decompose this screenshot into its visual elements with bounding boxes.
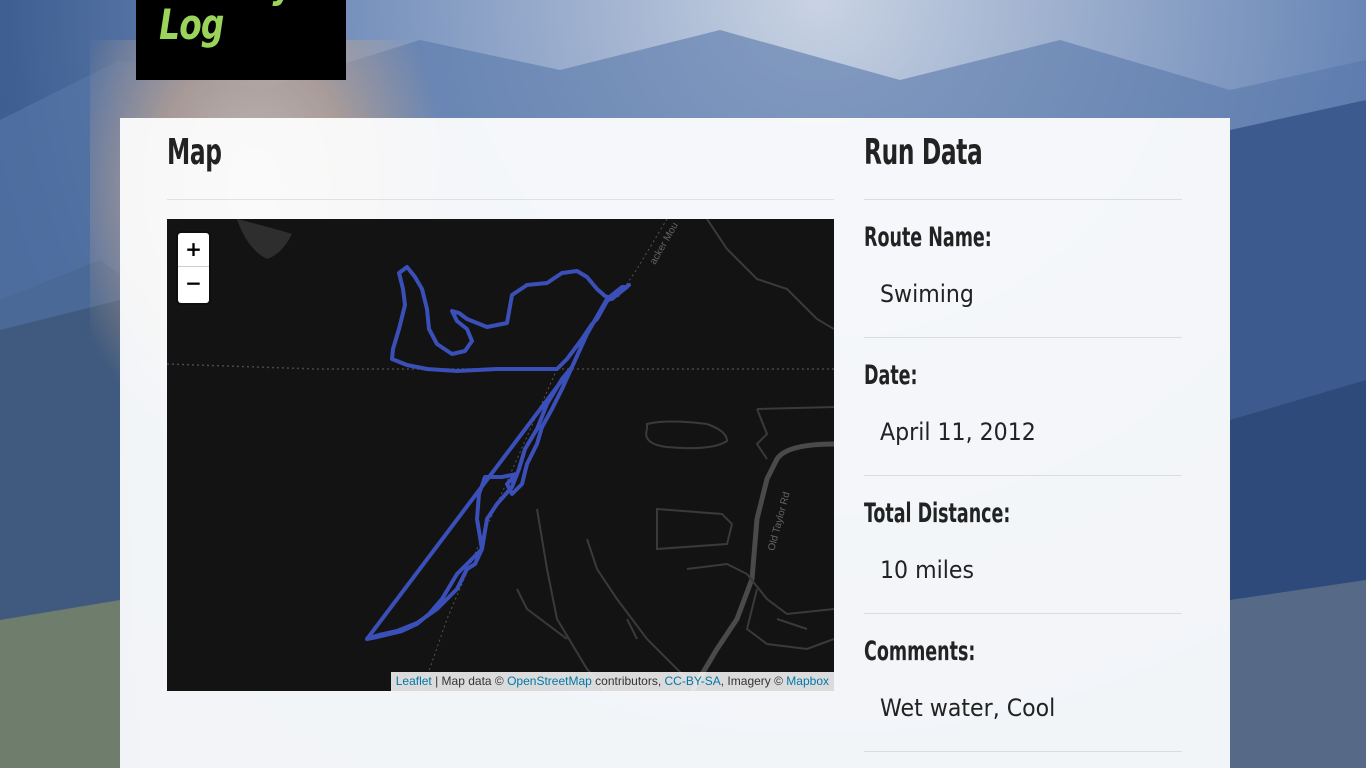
mapbox-link[interactable]: Mapbox [786,674,829,688]
attribution-text-3: , Imagery © [720,674,787,688]
route-name-label: Route Name: [864,222,992,253]
content-panel: Map acker Mou Old Taylor Rd + − Leaflet … [120,118,1230,768]
date-label: Date: [864,360,918,391]
brand-logo[interactable]: Activity Log [136,0,346,80]
brand-title: Activity Log [159,0,294,49]
run-data-heading: Run Data [864,132,983,173]
route-map[interactable]: acker Mou Old Taylor Rd + − Leaflet | Ma… [167,219,834,691]
attribution-text-1: | Map data © [431,674,508,688]
zoom-in-button[interactable]: + [178,233,209,267]
route-track [365,265,631,641]
route-name-value: Swiming [880,280,974,308]
comments-value: Wet water, Cool [880,694,1056,722]
field-divider [864,613,1182,614]
total-distance-label: Total Distance: [864,498,1011,529]
field-divider [864,475,1182,476]
comments-label: Comments: [864,636,976,667]
street-label-2: Old Taylor Rd [766,491,792,552]
map-tiles: acker Mou Old Taylor Rd [167,219,834,691]
field-divider [864,751,1182,752]
date-value: April 11, 2012 [880,418,1036,446]
license-link[interactable]: CC-BY-SA [665,674,721,688]
zoom-control: + − [178,233,209,303]
leaflet-link[interactable]: Leaflet [396,674,432,688]
total-distance-value: 10 miles [880,556,974,584]
street-label-1: acker Mou [648,221,681,267]
zoom-out-button[interactable]: − [178,267,209,301]
map-divider [167,199,834,200]
map-heading: Map [167,132,222,173]
map-attribution: Leaflet | Map data © OpenStreetMap contr… [390,672,834,691]
attribution-text-2: contributors, [591,674,665,688]
field-divider [864,337,1182,338]
openstreetmap-link[interactable]: OpenStreetMap [507,674,592,688]
run-data-divider [864,199,1182,200]
